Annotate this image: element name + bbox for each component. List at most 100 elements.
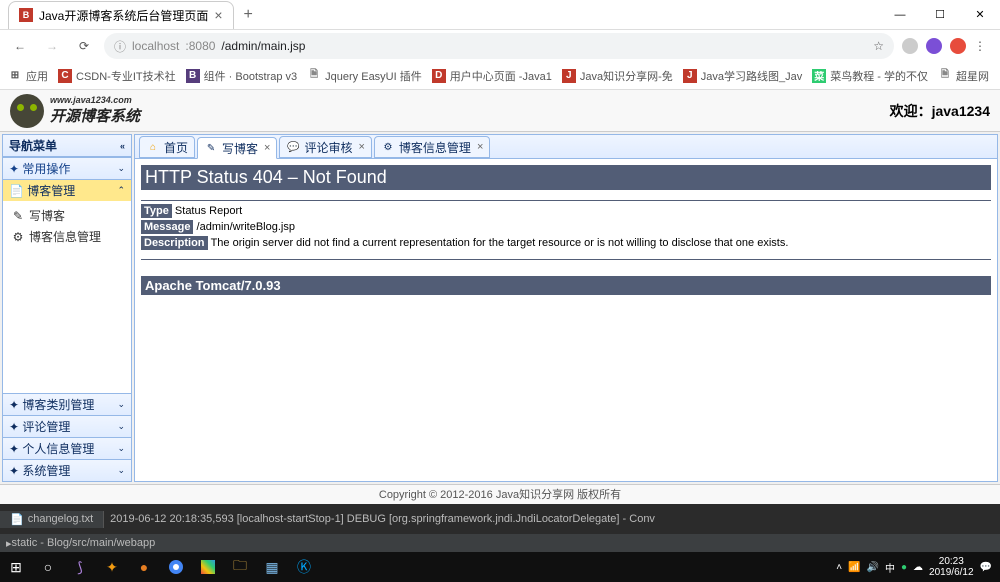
- close-tab-icon[interactable]: ×: [214, 7, 222, 23]
- chevron-down-icon: ⌄: [117, 465, 125, 476]
- ide-breadcrumb: ▸ static - Blog/src/main/webapp: [0, 534, 1000, 552]
- file-icon: 🗎: [938, 69, 952, 83]
- forward-button[interactable]: →: [40, 34, 64, 58]
- tab-home[interactable]: ⌂首页: [139, 136, 195, 158]
- tray-icon[interactable]: ☁: [913, 562, 923, 573]
- tab-write-blog[interactable]: ✎写博客×: [197, 137, 277, 159]
- accordion-profile[interactable]: ✦ 个人信息管理⌄: [3, 437, 131, 459]
- ide-log: 2019-06-12 20:18:35,593 [localhost-start…: [104, 513, 1000, 525]
- error-message-value: /admin/writeBlog.jsp: [197, 221, 295, 233]
- app-footer: Copyright © 2012-2016 Java知识分享网 版权所有: [0, 484, 1000, 504]
- error-type-value: Status Report: [175, 205, 242, 217]
- address-bar: ← → ⟳ ⓘ localhost:8080/admin/main.jsp ☆ …: [0, 30, 1000, 62]
- new-tab-button[interactable]: +: [244, 6, 253, 24]
- tray-volume-icon[interactable]: 🔊: [867, 562, 879, 573]
- logo-title: 开源博客系统: [50, 105, 140, 126]
- tray-notifications-icon[interactable]: 💬: [980, 562, 992, 573]
- accordion-blog-manage[interactable]: 📄 博客管理⌃: [3, 179, 131, 201]
- collapse-icon[interactable]: «: [120, 141, 125, 151]
- site-icon: J: [683, 69, 697, 83]
- site-icon: D: [432, 69, 446, 83]
- gear-icon: ⚙: [381, 140, 395, 154]
- edit-icon: ✎: [204, 141, 218, 155]
- extension-icon[interactable]: [902, 38, 918, 54]
- tray-chevron-icon[interactable]: ˄: [836, 562, 842, 573]
- content-tabbar: ⌂首页 ✎写博客× 💬评论审核× ⚙博客信息管理×: [135, 135, 997, 159]
- main-area: ⌂首页 ✎写博客× 💬评论审核× ⚙博客信息管理× HTTP Status 40…: [134, 134, 998, 482]
- tab-comment-review[interactable]: 💬评论审核×: [279, 136, 371, 158]
- bookmark-item[interactable]: 🗎Jquery EasyUI 插件: [307, 68, 422, 84]
- content-body: HTTP Status 404 – Not Found Type Status …: [135, 159, 997, 481]
- comment-icon: 💬: [286, 140, 300, 154]
- accordion-common[interactable]: ✦ 常用操作⌄: [3, 157, 131, 179]
- task-app[interactable]: ✦: [96, 552, 128, 582]
- gear-icon: ⚙: [11, 230, 25, 244]
- chrome-icon[interactable]: [160, 552, 192, 582]
- tree-write-blog[interactable]: ✎写博客: [3, 205, 131, 226]
- error-message-label: Message: [141, 220, 193, 234]
- bookmark-item[interactable]: B组件 · Bootstrap v3: [186, 68, 298, 84]
- edit-icon: ✎: [11, 209, 25, 223]
- bookmark-item[interactable]: 菜菜鸟教程 - 学的不仅: [812, 68, 928, 84]
- accordion-category[interactable]: ✦ 博客类别管理⌄: [3, 393, 131, 415]
- logo-url: www.java1234.com: [50, 95, 140, 105]
- bookmark-item[interactable]: 🗎超星网: [938, 68, 989, 84]
- favicon: B: [19, 8, 33, 22]
- task-app[interactable]: [192, 552, 224, 582]
- minimize-button[interactable]: —: [880, 0, 920, 30]
- reload-button[interactable]: ⟳: [72, 34, 96, 58]
- cortana-icon[interactable]: ○: [32, 552, 64, 582]
- bookmark-item[interactable]: JJava知识分享网-免: [562, 68, 673, 84]
- bookmark-item[interactable]: JJava学习路线图_Jav: [683, 68, 802, 84]
- task-app[interactable]: ⟆: [64, 552, 96, 582]
- tab-blog-info[interactable]: ⚙博客信息管理×: [374, 136, 490, 158]
- bookmark-item[interactable]: D用户中心页面 -Java1: [432, 68, 552, 84]
- tray-network-icon[interactable]: 📶: [848, 562, 860, 573]
- url-input[interactable]: ⓘ localhost:8080/admin/main.jsp ☆: [104, 33, 894, 59]
- system-tray: ˄ 📶 🔊 中 ● ☁ 20:23 2019/6/12 💬: [836, 556, 1000, 578]
- site-icon: C: [58, 69, 72, 83]
- apps-button[interactable]: ⊞应用: [8, 68, 48, 84]
- url-host: localhost: [132, 39, 179, 53]
- file-icon: 📄: [10, 513, 24, 526]
- menu-icon[interactable]: ⋮: [974, 39, 986, 53]
- window-titlebar: B Java开源博客系统后台管理页面 × + — ☐ ✕: [0, 0, 1000, 30]
- bookmarks-bar: ⊞应用 CCSDN-专业IT技术社 B组件 · Bootstrap v3 🗎Jq…: [0, 62, 1000, 90]
- accordion-content: ✎写博客 ⚙博客信息管理: [3, 201, 131, 393]
- start-button[interactable]: ⊞: [0, 552, 32, 582]
- accordion-system[interactable]: ✦ 系统管理⌄: [3, 459, 131, 481]
- accordion-comment[interactable]: ✦ 评论管理⌄: [3, 415, 131, 437]
- close-icon[interactable]: ×: [264, 142, 270, 154]
- extension-icon[interactable]: [926, 38, 942, 54]
- explorer-icon[interactable]: 🗀: [224, 552, 256, 582]
- tray-clock[interactable]: 20:23 2019/6/12: [929, 556, 974, 578]
- site-icon: B: [186, 69, 200, 83]
- ide-tabbar: 📄changelog.txt 2019-06-12 20:18:35,593 […: [0, 504, 1000, 534]
- logo-icon: [10, 94, 44, 128]
- error-type-label: Type: [141, 204, 172, 218]
- close-icon[interactable]: ×: [477, 141, 483, 153]
- site-icon: 菜: [812, 69, 826, 83]
- extension-icon[interactable]: [950, 38, 966, 54]
- tray-icon[interactable]: ●: [901, 562, 907, 573]
- browser-tab[interactable]: B Java开源博客系统后台管理页面 ×: [8, 1, 234, 29]
- task-app[interactable]: ▦: [256, 552, 288, 582]
- tree-blog-info[interactable]: ⚙博客信息管理: [3, 226, 131, 247]
- file-icon: 🗎: [307, 69, 321, 83]
- bookmark-item[interactable]: CCSDN-专业IT技术社: [58, 68, 176, 84]
- chevron-down-icon: ⌄: [117, 163, 125, 174]
- apps-icon: ⊞: [8, 69, 22, 83]
- error-server: Apache Tomcat/7.0.93: [141, 276, 991, 295]
- back-button[interactable]: ←: [8, 34, 32, 58]
- firefox-icon[interactable]: ●: [128, 552, 160, 582]
- taskbar: ⊞ ○ ⟆ ✦ ● 🗀 ▦ Ⓚ ˄ 📶 🔊 中 ● ☁ 20:23 2019/6…: [0, 552, 1000, 582]
- close-window-button[interactable]: ✕: [960, 0, 1000, 30]
- maximize-button[interactable]: ☐: [920, 0, 960, 30]
- ide-tab-changelog[interactable]: 📄changelog.txt: [0, 511, 104, 528]
- chevron-up-icon: ⌃: [117, 185, 125, 196]
- site-icon: J: [562, 69, 576, 83]
- task-app[interactable]: Ⓚ: [288, 552, 320, 582]
- close-icon[interactable]: ×: [358, 141, 364, 153]
- star-icon[interactable]: ☆: [873, 39, 884, 53]
- logo: www.java1234.com 开源博客系统: [10, 94, 140, 128]
